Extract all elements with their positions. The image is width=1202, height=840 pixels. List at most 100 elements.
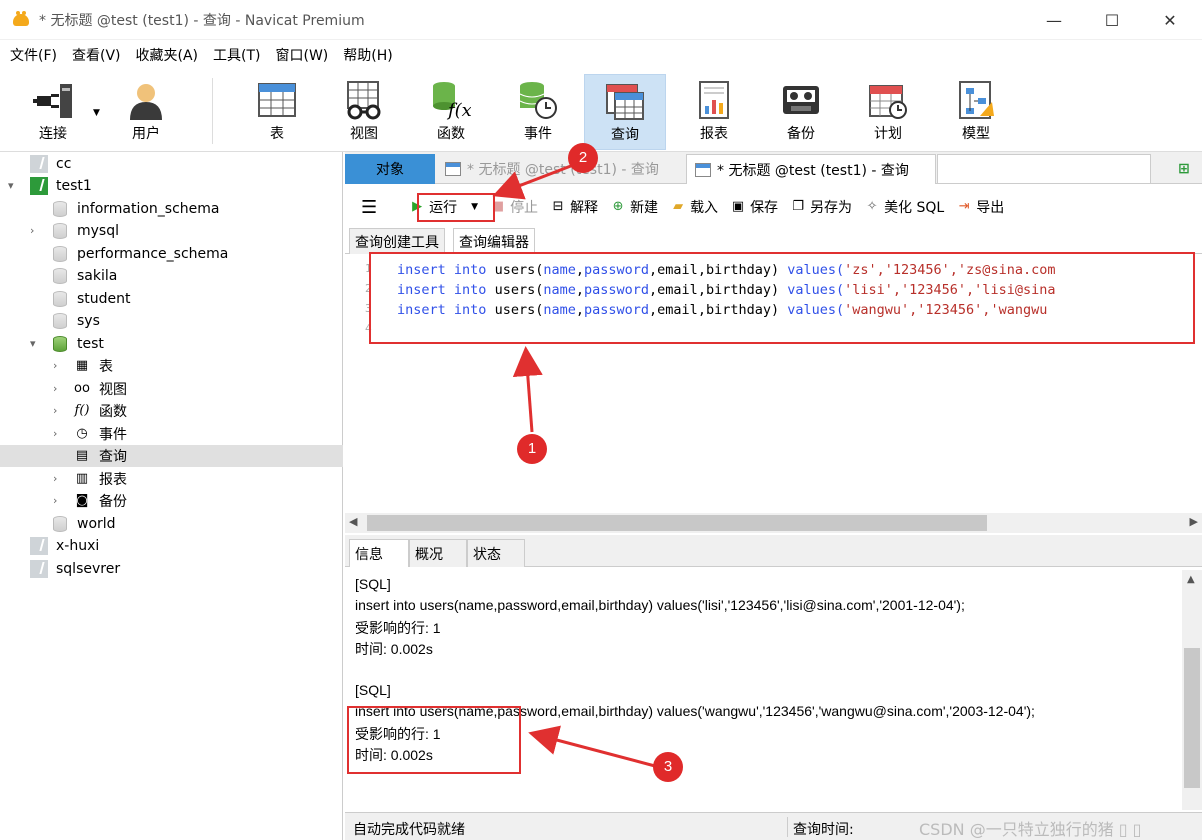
close-button[interactable]: ✕ <box>1150 5 1190 35</box>
menu-bar: 文件(F) 查看(V) 收藏夹(A) 工具(T) 窗口(W) 帮助(H) <box>0 42 1202 68</box>
maximize-button[interactable]: ☐ <box>1092 5 1132 35</box>
view-button[interactable]: 视图 <box>323 74 405 150</box>
tree-db-sys[interactable]: sys <box>0 310 343 332</box>
tab-object[interactable]: 对象 <box>345 154 435 184</box>
tree-label: sakila <box>77 268 118 284</box>
query-button[interactable]: 查询 <box>584 74 666 150</box>
tree-events[interactable]: › ◷ 事件 <box>0 423 343 445</box>
event-label: 事件 <box>524 126 552 142</box>
tree-db-performance-schema[interactable]: performance_schema <box>0 243 343 265</box>
tree-tables[interactable]: › ▦ 表 <box>0 355 343 377</box>
tree-queries[interactable]: ▤ 查询 <box>0 445 343 467</box>
toolbar-separator <box>212 78 213 144</box>
backup-button[interactable]: 备份 <box>760 74 842 150</box>
tab-query-editor[interactable]: 查询编辑器 <box>453 228 535 254</box>
editor-horizontal-scrollbar[interactable]: ◀ ▶ <box>345 513 1202 533</box>
title-bar: * 无标题 @test (test1) - 查询 - Navicat Premi… <box>0 0 1202 40</box>
menu-window[interactable]: 窗口(W) <box>276 45 329 65</box>
menu-tools[interactable]: 工具(T) <box>213 45 260 65</box>
view-glasses-icon <box>347 81 381 120</box>
connect-dropdown-icon[interactable]: ▼ <box>93 108 100 118</box>
tree-conn-cc[interactable]: cc <box>0 153 343 175</box>
table-button[interactable]: 表 <box>236 74 318 150</box>
menu-help[interactable]: 帮助(H) <box>343 45 392 65</box>
tab-label: * 无标题 @test (test1) - 查询 <box>717 162 909 179</box>
scrollbar-thumb[interactable] <box>367 515 987 531</box>
table-icon <box>258 83 296 117</box>
svg-text:f(x): f(x) <box>446 100 471 120</box>
menu-file[interactable]: 文件(F) <box>10 45 57 65</box>
tree-label: 报表 <box>99 472 127 488</box>
tree-db-sakila[interactable]: sakila <box>0 265 343 287</box>
save-button[interactable]: ▣ 保存 <box>730 197 778 217</box>
user-icon <box>130 84 162 120</box>
event-button[interactable]: 事件 <box>497 74 579 150</box>
tree-conn-test1[interactable]: ▾ test1 <box>0 175 343 197</box>
chevron-right-icon[interactable]: › <box>53 473 65 485</box>
backup-label: 备份 <box>787 126 815 142</box>
watermark-text: CSDN @一只特立独行的猪 ▯ ▯ <box>919 820 1142 839</box>
scroll-left-icon[interactable]: ◀ <box>349 515 357 528</box>
annotation-box-result <box>347 706 521 774</box>
table-label: 表 <box>270 126 284 142</box>
tree-db-student[interactable]: student <box>0 288 343 310</box>
menu-view[interactable]: 查看(V) <box>72 45 121 65</box>
export-label: 导出 <box>976 200 1005 216</box>
scroll-up-icon[interactable]: ▲ <box>1187 574 1195 585</box>
chevron-down-icon[interactable]: ▾ <box>30 338 42 350</box>
connection-tree: cc ▾ test1 information_schema › mysql perf… <box>0 152 343 840</box>
function-button[interactable]: f(x) 函数 <box>410 74 492 150</box>
schedule-button[interactable]: 计划 <box>847 74 929 150</box>
chevron-right-icon[interactable]: › <box>53 360 65 372</box>
tree-label: world <box>77 516 116 532</box>
explain-label: 解释 <box>570 200 599 216</box>
tab-query-builder[interactable]: 查询创建工具 <box>349 228 445 254</box>
tree-db-information-schema[interactable]: information_schema <box>0 198 343 220</box>
tab-query-2[interactable]: * 无标题 @test (test1) - 查询 <box>686 154 936 184</box>
chevron-right-icon[interactable]: › <box>53 428 65 440</box>
new-tab-button[interactable]: ⊞ <box>1158 154 1202 184</box>
tree-conn-sqlsevrer[interactable]: sqlsevrer <box>0 558 343 580</box>
minimize-button[interactable]: — <box>1034 5 1074 35</box>
tree-label: student <box>77 291 131 307</box>
annotation-badge-2: 2 <box>568 143 598 173</box>
new-button[interactable]: ⊕ 新建 <box>610 197 658 217</box>
chevron-right-icon[interactable]: › <box>53 405 65 417</box>
tree-views[interactable]: › oo 视图 <box>0 378 343 400</box>
load-button[interactable]: ▰ 载入 <box>670 197 718 217</box>
chevron-right-icon[interactable]: › <box>30 225 42 237</box>
menu-favorites[interactable]: 收藏夹(A) <box>136 45 199 65</box>
report-button[interactable]: 报表 <box>673 74 755 150</box>
chevron-right-icon[interactable]: › <box>53 383 65 395</box>
tree-backups[interactable]: › ◙ 备份 <box>0 490 343 512</box>
tree-db-test[interactable]: ▾ test <box>0 333 343 355</box>
beautify-sql-button[interactable]: ✧ 美化 SQL <box>864 197 945 217</box>
function-icon: f() <box>74 403 90 418</box>
add-icon: ⊞ <box>1178 161 1190 177</box>
chevron-down-icon[interactable]: ▾ <box>8 180 20 192</box>
save-as-button[interactable]: ❐ 另存为 <box>790 197 852 217</box>
model-button[interactable]: 模型 <box>935 74 1017 150</box>
scroll-right-icon[interactable]: ▶ <box>1190 515 1198 528</box>
hamburger-menu-icon[interactable]: ☰ <box>361 197 377 218</box>
database-icon <box>53 268 67 284</box>
export-button[interactable]: ⇥ 导出 <box>956 197 1004 217</box>
explain-button[interactable]: ⊟ 解释 <box>550 197 598 217</box>
tree-functions[interactable]: › f() 函数 <box>0 400 343 422</box>
tree-db-world[interactable]: world <box>0 513 343 535</box>
save-as-label: 另存为 <box>810 200 853 216</box>
tab-status[interactable]: 状态 <box>467 539 525 567</box>
tree-conn-x-huxi[interactable]: x-huxi <box>0 535 343 557</box>
message-vertical-scrollbar[interactable]: ▲ <box>1182 570 1202 810</box>
scrollbar-thumb[interactable] <box>1184 648 1200 788</box>
stop-button[interactable]: ■ 停止 <box>490 197 538 217</box>
tab-profile[interactable]: 概况 <box>409 539 467 567</box>
tab-info[interactable]: 信息 <box>349 539 409 567</box>
tab-query-1[interactable]: * 无标题 @test (test1) - 查询 <box>437 154 684 184</box>
tree-reports[interactable]: › ▥ 报表 <box>0 468 343 490</box>
tree-db-mysql[interactable]: › mysql <box>0 220 343 242</box>
connect-button[interactable]: 连接 <box>12 74 94 150</box>
chevron-right-icon[interactable]: › <box>53 495 65 507</box>
user-button[interactable]: 用户 <box>105 74 187 150</box>
save-as-icon: ❐ <box>792 199 804 214</box>
